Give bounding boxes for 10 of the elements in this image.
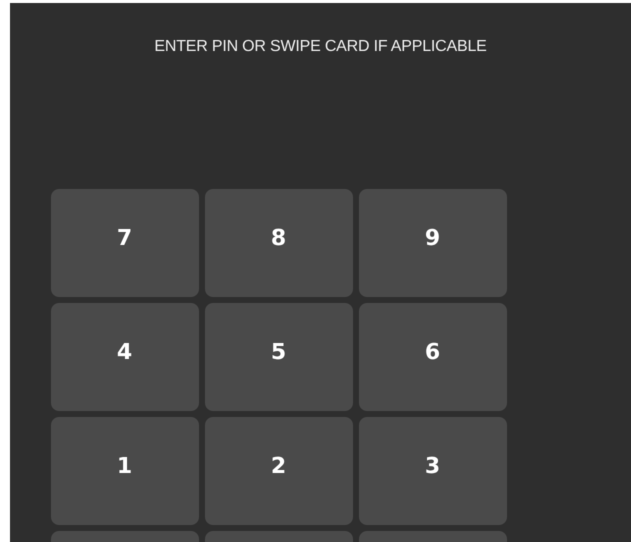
keypad-key[interactable]: 7: [50, 189, 198, 297]
keypad-key[interactable]: 6: [358, 303, 506, 411]
keypad-key[interactable]: 9: [358, 189, 506, 297]
keypad-key[interactable]: 3: [358, 417, 506, 525]
keypad-key[interactable]: 2: [204, 417, 352, 525]
keypad-key[interactable]: 8: [204, 189, 352, 297]
keypad-key[interactable]: 1: [50, 417, 198, 525]
keypad-key[interactable]: 5: [204, 303, 352, 411]
pin-prompt: ENTER PIN OR SWIPE CARD IF APPLICABLE: [154, 38, 487, 56]
keypad-key[interactable]: 4: [50, 303, 198, 411]
